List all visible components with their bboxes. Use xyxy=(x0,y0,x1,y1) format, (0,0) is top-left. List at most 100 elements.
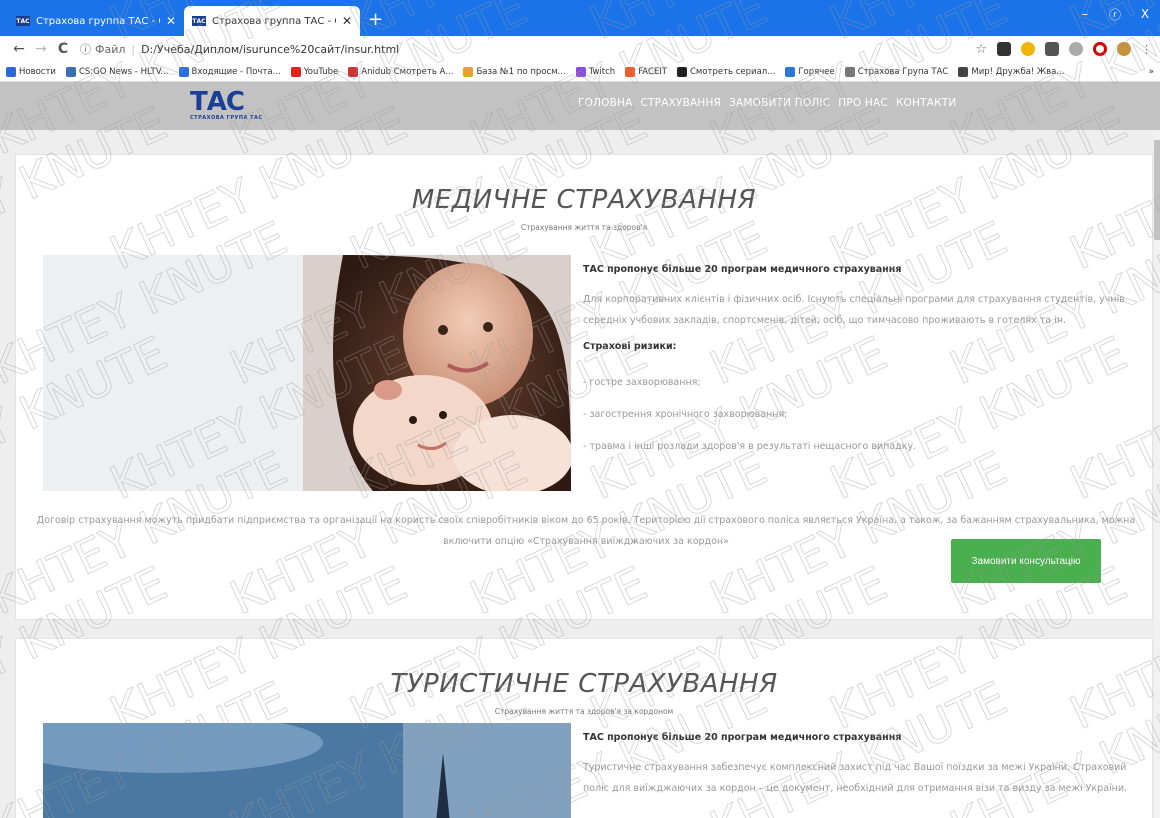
address-bar: ← → C ⓘ Файл | D:/Учеба/Диплом/isurunce%… xyxy=(0,36,1160,62)
bookmark-item[interactable]: База №1 по просм... xyxy=(463,66,566,77)
bookmark-icon xyxy=(290,66,301,77)
travel-lead: ТАС пропонує більше 20 програм медичного… xyxy=(583,727,1143,748)
extension-icon[interactable] xyxy=(1045,42,1059,56)
bookmark-item[interactable]: Горячее xyxy=(785,66,835,77)
bookmark-item[interactable]: YouTube xyxy=(290,66,339,77)
medical-insurance-card: МЕДИЧНЕ СТРАХУВАННЯ Страхування життя та… xyxy=(15,154,1153,620)
url-separator: | xyxy=(131,42,136,56)
bookmarks-more-icon[interactable]: » xyxy=(1149,67,1154,77)
scrollbar-thumb[interactable] xyxy=(1154,140,1160,240)
risk-item-2: - загострення хронічного захворювання; xyxy=(583,409,788,420)
bookmarks-bar: Новости CS:GO News - HLTV... Входящие - По… xyxy=(0,62,1160,82)
bookmark-label: Новости xyxy=(19,66,56,77)
travel-description: Туристичне страхування забезпечує компле… xyxy=(583,762,1128,794)
bookmark-label: CS:GO News - HLTV... xyxy=(78,66,169,77)
bookmark-label: Входящие - Почта... xyxy=(191,66,281,77)
extension-icon[interactable] xyxy=(1021,42,1035,56)
risk-item-3: - травма і інші розлади здоров'я в резул… xyxy=(583,441,917,452)
order-consultation-button[interactable]: Замовити консультацію xyxy=(951,539,1101,583)
nav-insurance[interactable]: СТРАХУВАННЯ xyxy=(641,97,722,109)
bookmark-item[interactable]: Новости xyxy=(6,66,56,77)
tab-title: Страхова группа ТАС - СГ ТАС xyxy=(212,15,336,27)
logo-text: ТАС xyxy=(190,87,245,117)
new-tab-button[interactable]: + xyxy=(368,6,383,36)
risks-heading: Страхові ризики: xyxy=(583,336,1143,357)
bookmark-item[interactable]: CS:GO News - HLTV... xyxy=(65,66,169,77)
bookmark-label: YouTube xyxy=(303,66,339,77)
bookmark-label: Страхова Група ТАС xyxy=(857,66,949,77)
medical-description: Для корпоративних клієнтів і фізичних ос… xyxy=(583,294,1125,326)
bookmark-label: Мир! Дружба! Жва... xyxy=(971,66,1065,77)
browser-tab-2[interactable]: ТАС Страхова группа ТАС - СГ ТАС ✕ xyxy=(184,6,360,36)
bookmark-icon xyxy=(463,66,474,77)
bookmark-label: Twitch xyxy=(588,66,616,77)
tab-close-icon[interactable]: ✕ xyxy=(166,14,176,28)
bookmark-icon xyxy=(785,66,796,77)
bookmark-icon xyxy=(348,66,359,77)
bookmark-icon xyxy=(625,66,636,77)
section-subtitle: Страхування життя та здоров'я за кордоно… xyxy=(494,707,674,716)
section-title: МЕДИЧНЕ СТРАХУВАННЯ xyxy=(411,185,757,215)
bookmark-icon xyxy=(676,66,687,77)
reload-button[interactable]: C xyxy=(52,41,74,57)
airplane-photo xyxy=(43,723,571,818)
star-icon[interactable]: ☆ xyxy=(975,42,987,57)
nav-about[interactable]: ПРО НАС xyxy=(838,97,888,109)
extension-icon[interactable] xyxy=(1069,42,1083,56)
bookmark-item[interactable]: FACEIT xyxy=(625,66,667,77)
url-field[interactable]: ⓘ Файл | D:/Учеба/Диплом/isurunce%20сайт… xyxy=(80,41,975,57)
minimize-button[interactable]: – xyxy=(1070,0,1100,28)
lead-text: ТАС пропонує більше 20 програм медичного… xyxy=(583,732,902,743)
bookmark-item[interactable]: Мир! Дружба! Жва... xyxy=(958,66,1065,77)
menu-icon[interactable]: ⋮ xyxy=(1141,43,1152,56)
close-window-button[interactable]: X xyxy=(1130,0,1160,28)
bookmark-item[interactable]: Входящие - Почта... xyxy=(178,66,281,77)
forward-button[interactable]: → xyxy=(30,41,52,57)
bookmark-item[interactable]: Смотреть сериал... xyxy=(676,66,776,77)
page-scrollbar[interactable] xyxy=(1154,130,1160,818)
medical-lead: ТАС пропонує більше 20 програм медичного… xyxy=(583,259,1143,280)
risk-item-1: - гостре захворювання; xyxy=(583,377,701,388)
nav-home[interactable]: ГОЛОВНА xyxy=(578,97,633,109)
travel-insurance-card: ТУРИСТИЧНЕ СТРАХУВАННЯ Страхування життя… xyxy=(15,638,1153,818)
tab-title: Страхова группа ТАС - СГ ТАС xyxy=(36,15,160,27)
bookmark-icon xyxy=(575,66,586,77)
section-title: ТУРИСТИЧНЕ СТРАХУВАННЯ xyxy=(390,669,778,699)
tab-close-icon[interactable]: ✕ xyxy=(342,14,352,28)
risks-title: Страхові ризики: xyxy=(583,341,677,352)
browser-tabstrip: ТАС Страхова группа ТАС - СГ ТАС ✕ ТАС С… xyxy=(0,0,1160,36)
site-header: ТАС СТРАХОВА ГРУПА ТАС ГОЛОВНА СТРАХУВАН… xyxy=(0,82,1160,130)
extension-icon[interactable] xyxy=(997,42,1011,56)
opera-icon[interactable] xyxy=(1093,42,1107,56)
bookmark-label: FACEIT xyxy=(638,66,667,77)
bookmark-label: Горячее xyxy=(798,66,835,77)
avatar[interactable] xyxy=(1117,42,1131,56)
lead-text: ТАС пропонує більше 20 програм медичного… xyxy=(583,264,902,275)
page-content: МЕДИЧНЕ СТРАХУВАННЯ Страхування життя та… xyxy=(0,130,1160,818)
url-path: D:/Учеба/Диплом/isurunce%20сайт/insur.ht… xyxy=(141,42,400,56)
browser-tab-1[interactable]: ТАС Страхова группа ТАС - СГ ТАС ✕ xyxy=(8,6,184,36)
bookmark-icon xyxy=(6,66,16,77)
bookmark-item[interactable]: Anidub Смотреть А... xyxy=(348,66,454,77)
window-controls: – ⓡ X xyxy=(1070,0,1160,28)
bookmark-icon xyxy=(178,66,189,77)
nav-order-policy[interactable]: ЗАМОВИТИ ПОЛІС xyxy=(729,97,830,109)
bookmark-icon xyxy=(844,66,855,77)
info-icon[interactable]: ⓘ xyxy=(80,41,91,57)
bookmark-label: Смотреть сериал... xyxy=(689,66,776,77)
main-nav: ГОЛОВНА СТРАХУВАННЯ ЗАМОВИТИ ПОЛІС ПРО Н… xyxy=(578,97,956,109)
bookmark-icon xyxy=(65,66,76,77)
maximize-button[interactable]: ⓡ xyxy=(1100,0,1130,28)
bookmark-icon xyxy=(958,66,969,77)
site-logo[interactable]: ТАС СТРАХОВА ГРУПА ТАС xyxy=(190,89,270,123)
bookmark-label: Anidub Смотреть А... xyxy=(361,66,454,77)
back-button[interactable]: ← xyxy=(8,41,30,57)
logo-subtext: СТРАХОВА ГРУПА ТАС xyxy=(190,115,263,121)
site-favicon-icon: ТАС xyxy=(16,16,30,26)
bookmark-item[interactable]: Twitch xyxy=(575,66,616,77)
bookmark-item[interactable]: Страхова Група ТАС xyxy=(844,66,949,77)
site-favicon-icon: ТАС xyxy=(192,16,206,26)
mother-baby-photo xyxy=(43,255,571,491)
nav-contacts[interactable]: КОНТАКТИ xyxy=(896,97,957,109)
section-subtitle: Страхування життя та здоров'я xyxy=(520,223,648,232)
